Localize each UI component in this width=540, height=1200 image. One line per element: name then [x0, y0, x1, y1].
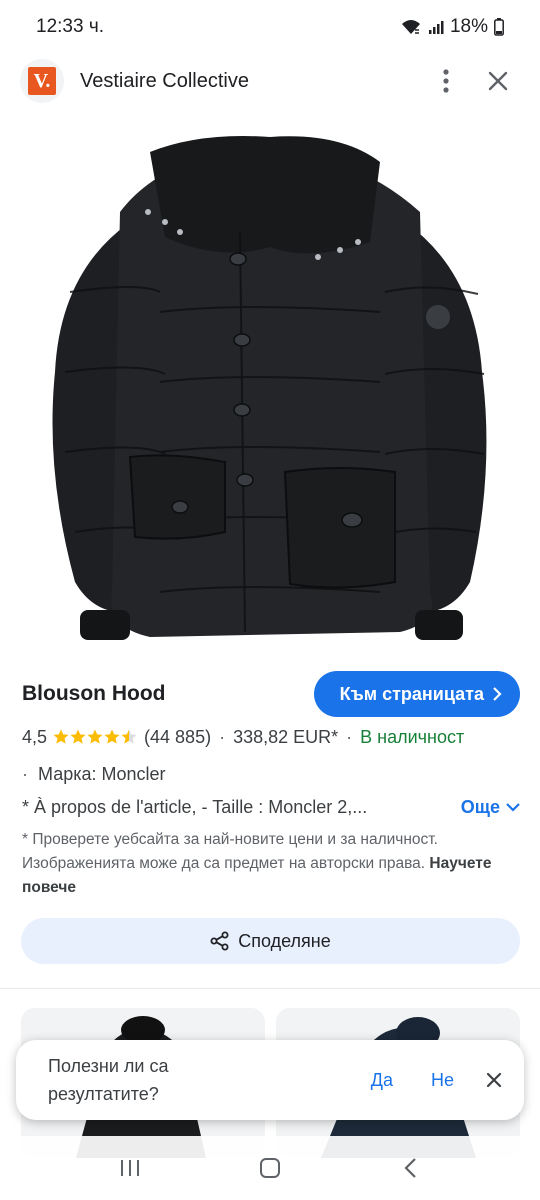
- feedback-actions: Да Не: [359, 1064, 502, 1097]
- back-button[interactable]: [385, 1143, 435, 1193]
- status-time: 12:33 ч.: [36, 16, 105, 37]
- status-icons: 18%: [400, 16, 504, 38]
- separator-dot: ·: [22, 763, 28, 784]
- site-name: Vestiaire Collective: [80, 69, 249, 92]
- battery-percent: 18%: [449, 16, 488, 37]
- back-icon: [404, 1158, 416, 1178]
- more-label: Още: [460, 796, 500, 817]
- close-icon: [488, 71, 508, 91]
- signal-icon: [428, 19, 444, 35]
- stock-status: В наличност: [360, 726, 465, 747]
- status-bar: 12:33 ч. 18%: [0, 0, 540, 54]
- disclaimer-text: * Проверете уебсайта за най-новите цени …: [22, 831, 438, 872]
- disclaimer: * Проверете уебсайта за най-новите цени …: [22, 828, 522, 900]
- close-button[interactable]: [476, 59, 520, 103]
- recents-button[interactable]: [105, 1143, 155, 1193]
- product-title: Blouson Hood: [22, 682, 166, 705]
- star-icon: [87, 729, 103, 744]
- jacket-image: [0, 112, 540, 662]
- feedback-no-button[interactable]: Не: [419, 1064, 466, 1097]
- recents-icon: [121, 1160, 139, 1176]
- brand-row: · Марка: Moncler: [22, 760, 166, 788]
- feedback-card: Полезни ли са резултатите? Да Не: [16, 1040, 524, 1120]
- about-row: * À propos de l'article, - Taille : Monc…: [22, 792, 520, 822]
- visit-page-label: Към страницата: [339, 683, 484, 704]
- site-logo: V.: [20, 59, 64, 103]
- feedback-close-button[interactable]: [486, 1072, 502, 1088]
- more-vert-icon: [443, 69, 449, 93]
- rating-value: 4,5: [22, 726, 48, 747]
- about-text: * À propos de l'article, - Taille : Monc…: [22, 796, 368, 817]
- more-options-button[interactable]: [424, 59, 468, 103]
- vestiaire-logo-icon: V.: [28, 67, 56, 95]
- battery-icon: [494, 18, 504, 36]
- feedback-question: Полезни ли са резултатите?: [48, 1056, 169, 1104]
- home-button[interactable]: [245, 1143, 295, 1193]
- product-title-row: Blouson Hood Към страницата: [0, 668, 540, 720]
- share-icon: [210, 931, 229, 951]
- visit-page-button[interactable]: Към страницата: [313, 671, 520, 717]
- share-label: Споделяне: [238, 930, 331, 951]
- app-header: V. Vestiaire Collective: [0, 56, 540, 106]
- rating-row: 4,5 (44 885) · 338,82 EUR* · В наличност: [22, 722, 522, 752]
- separator-dot: ·: [219, 726, 226, 747]
- more-button[interactable]: Още: [461, 797, 520, 818]
- chevron-down-icon: [506, 803, 520, 812]
- home-icon: [260, 1158, 280, 1178]
- half-star-icon: [121, 729, 137, 744]
- star-icon: [104, 729, 120, 744]
- feedback-yes-button[interactable]: Да: [359, 1064, 405, 1097]
- star-rating: [53, 729, 139, 745]
- brand-label: Марка: Moncler: [38, 763, 166, 784]
- share-button[interactable]: Споделяне: [21, 918, 520, 964]
- chevron-right-icon: [493, 687, 502, 701]
- star-icon: [53, 729, 69, 744]
- system-nav-bar: [0, 1136, 540, 1200]
- wifi-icon: [400, 18, 422, 36]
- star-icon: [70, 729, 86, 744]
- close-icon: [486, 1072, 502, 1088]
- separator-dot: ·: [346, 726, 353, 747]
- price: 338,82 EUR*: [233, 726, 339, 747]
- product-image[interactable]: [0, 112, 540, 662]
- review-count: (44 885): [144, 726, 212, 747]
- divider: [0, 988, 540, 989]
